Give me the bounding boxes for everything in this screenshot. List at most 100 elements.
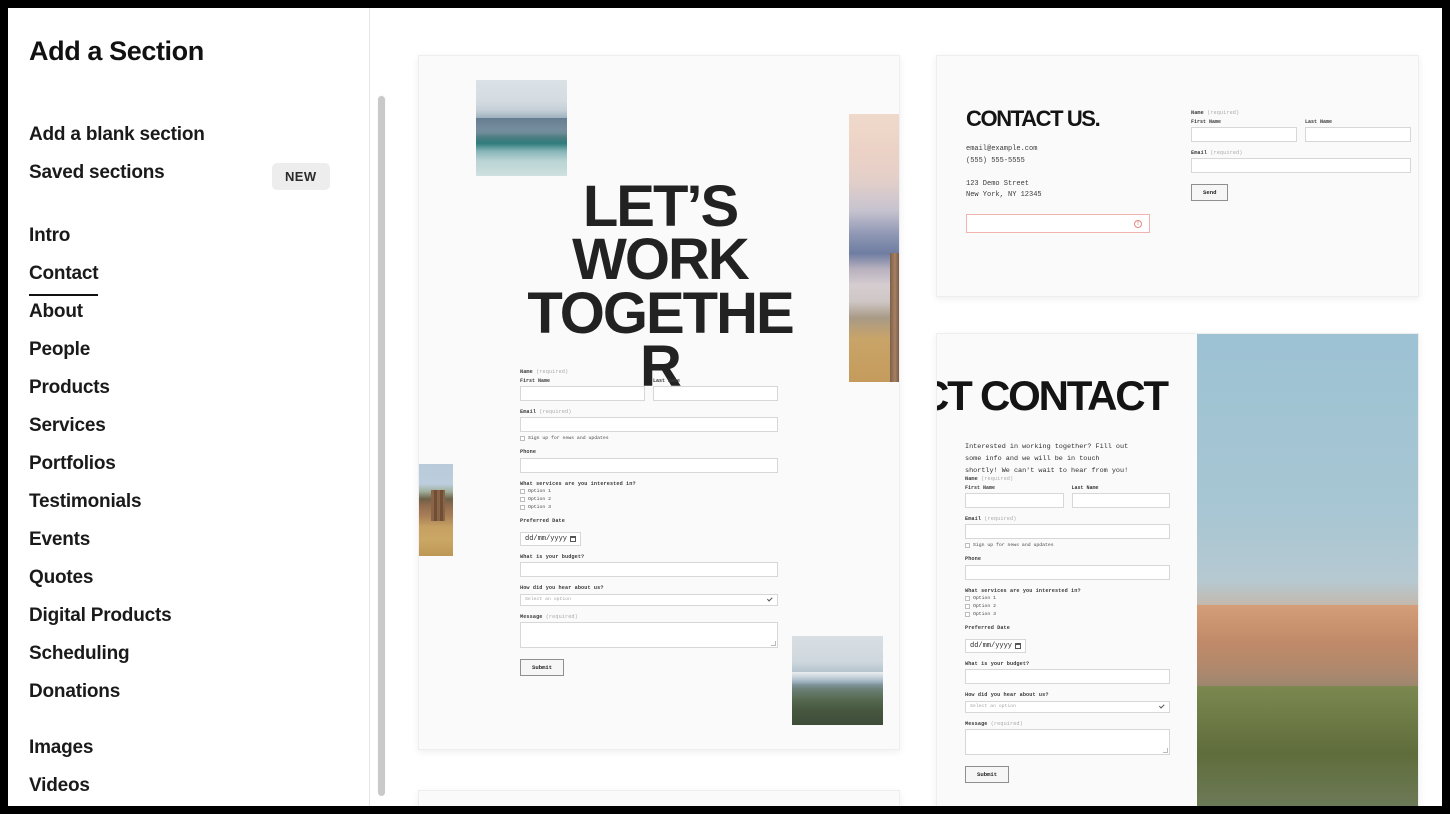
contact-info-block: email@example.com (555) 555-5555 123 Dem… — [966, 145, 1042, 200]
referral-select[interactable]: Select an option — [520, 593, 778, 606]
budget-input[interactable] — [965, 669, 1170, 684]
name-field-group: Name (required) First Name Last Name — [520, 369, 778, 401]
email-label: Email (required) — [520, 408, 572, 415]
message-textarea[interactable] — [965, 729, 1170, 755]
email-input[interactable] — [1191, 158, 1411, 173]
name-field-group: Name (required) First Name Last Name — [1191, 110, 1411, 142]
calendar-icon[interactable] — [570, 535, 577, 542]
service-option-1-row[interactable]: Option 1 — [520, 489, 778, 494]
sidebar-item-label: Testimonials — [29, 491, 142, 512]
date-value: dd/mm/yyyy — [525, 534, 568, 543]
option-label: Option 2 — [528, 497, 552, 502]
error-state-input[interactable]: ! — [966, 214, 1150, 233]
sidebar-item-label: Add a blank section — [29, 124, 205, 145]
referral-field-group: How did you hear about us? Select an opt… — [520, 585, 778, 606]
budget-field-group: What is your budget? — [520, 554, 778, 577]
sidebar-item-label: Services — [29, 415, 106, 436]
last-name-input[interactable] — [653, 385, 778, 401]
sidebar-item-products[interactable]: Products — [8, 369, 370, 407]
preferred-date-label: Preferred Date — [520, 518, 565, 524]
last-name-input[interactable] — [1305, 126, 1411, 142]
first-name-label: First Name — [965, 484, 996, 491]
fjord-landscape-image — [849, 114, 899, 382]
first-name-input[interactable] — [1191, 126, 1297, 142]
chevron-down-icon — [766, 595, 773, 602]
phone-input[interactable] — [520, 457, 778, 473]
preferred-date-input[interactable]: dd/mm/yyyy — [520, 531, 582, 546]
sidebar-item-quotes[interactable]: Quotes — [8, 559, 370, 597]
budget-input[interactable] — [520, 562, 778, 577]
sidebar-item-portfolios[interactable]: Portfolios — [8, 445, 370, 483]
lake-landscape-image — [476, 80, 567, 176]
page-title: Add a Section — [29, 36, 204, 66]
sidebar-item-people[interactable]: People — [8, 331, 370, 369]
checkbox-icon[interactable] — [965, 543, 970, 548]
first-name-input[interactable] — [520, 385, 645, 401]
checkbox-icon[interactable] — [965, 604, 970, 609]
template-card-contact-us[interactable]: CONTACT US. email@example.com (555) 555-… — [936, 55, 1419, 297]
newsletter-checkbox-row[interactable]: Sign up for news and updates — [965, 543, 1170, 548]
referral-select[interactable]: Select an option — [965, 700, 1170, 713]
checkbox-icon[interactable] — [520, 505, 525, 510]
service-option-2-row[interactable]: Option 2 — [520, 497, 778, 502]
name-label: Name (required) — [1191, 110, 1240, 116]
sidebar-item-intro[interactable]: Intro — [8, 217, 370, 255]
sidebar-item-about[interactable]: About — [8, 293, 370, 331]
message-label: Message (required) — [520, 613, 578, 620]
contact-us-heading: CONTACT US. — [966, 106, 1101, 131]
contact-split-heading: CT CONTACT — [936, 372, 1169, 419]
email-label: Email (required) — [965, 515, 1017, 522]
sidebar-item-videos[interactable]: Videos — [8, 767, 370, 805]
add-section-panel: Add a Section Add a blank section Saved … — [8, 8, 370, 806]
submit-button[interactable]: Submit — [520, 659, 565, 676]
sidebar-item-add-a-blank-section[interactable]: Add a blank section — [8, 116, 370, 154]
email-label: Email (required) — [1191, 149, 1243, 156]
email-input[interactable] — [965, 524, 1170, 539]
calendar-icon[interactable] — [1015, 642, 1022, 649]
message-textarea[interactable] — [520, 622, 778, 648]
preferred-date-input[interactable]: dd/mm/yyyy — [965, 638, 1027, 653]
newsletter-label: Sign up for news and updates — [528, 436, 609, 441]
service-option-3-row[interactable]: Option 3 — [965, 612, 1170, 617]
sidebar-item-services[interactable]: Services — [8, 407, 370, 445]
sidebar-item-digital-products[interactable]: Digital Products — [8, 597, 370, 635]
checkbox-icon[interactable] — [520, 489, 525, 494]
list-divider-spacer — [8, 711, 370, 729]
phone-input[interactable] — [965, 564, 1170, 580]
sidebar-item-label: About — [29, 301, 83, 322]
sidebar-item-label: Quotes — [29, 567, 94, 588]
submit-button[interactable]: Submit — [965, 766, 1010, 783]
sidebar-scrollbar-thumb[interactable] — [378, 96, 385, 796]
email-input[interactable] — [520, 417, 778, 432]
checkbox-icon[interactable] — [520, 497, 525, 502]
first-name-input[interactable] — [965, 492, 1064, 508]
template-headline: LET’S WORK TOGETHE R — [515, 177, 805, 395]
sidebar-item-contact[interactable]: Contact — [8, 255, 370, 296]
template-gallery: LET’S WORK TOGETHE R Name (required) Fir… — [388, 8, 1442, 806]
template-card-lets-work-together[interactable]: LET’S WORK TOGETHE R Name (required) Fir… — [418, 55, 900, 750]
sidebar-item-label: Digital Products — [29, 605, 172, 626]
services-label: What services are you interested in? — [520, 480, 636, 487]
sidebar-item-label: People — [29, 339, 91, 360]
message-field-group: Message (required) — [520, 613, 778, 648]
checkbox-icon[interactable] — [965, 596, 970, 601]
preferred-date-label: Preferred Date — [965, 625, 1010, 631]
sidebar-item-label: Portfolios — [29, 453, 116, 474]
first-name-label: First Name — [520, 377, 551, 384]
service-option-1-row[interactable]: Option 1 — [965, 596, 1170, 601]
template-card-contact-split[interactable]: CT CONTACT Interested in working togethe… — [936, 333, 1419, 806]
sidebar-item-donations[interactable]: Donations — [8, 673, 370, 711]
sidebar-item-images[interactable]: Images — [8, 729, 370, 767]
send-button[interactable]: Send — [1191, 184, 1229, 201]
barn-field-image — [419, 464, 453, 556]
service-option-2-row[interactable]: Option 2 — [965, 604, 1170, 609]
newsletter-checkbox-row[interactable]: Sign up for news and updates — [520, 436, 778, 441]
checkbox-icon[interactable] — [520, 436, 525, 441]
checkbox-icon[interactable] — [965, 612, 970, 617]
service-option-3-row[interactable]: Option 3 — [520, 505, 778, 510]
sidebar-item-events[interactable]: Events — [8, 521, 370, 559]
last-name-input[interactable] — [1071, 492, 1170, 508]
sidebar-item-testimonials[interactable]: Testimonials — [8, 483, 370, 521]
sidebar-item-scheduling[interactable]: Scheduling — [8, 635, 370, 673]
template-card-next-partial[interactable] — [418, 790, 900, 806]
